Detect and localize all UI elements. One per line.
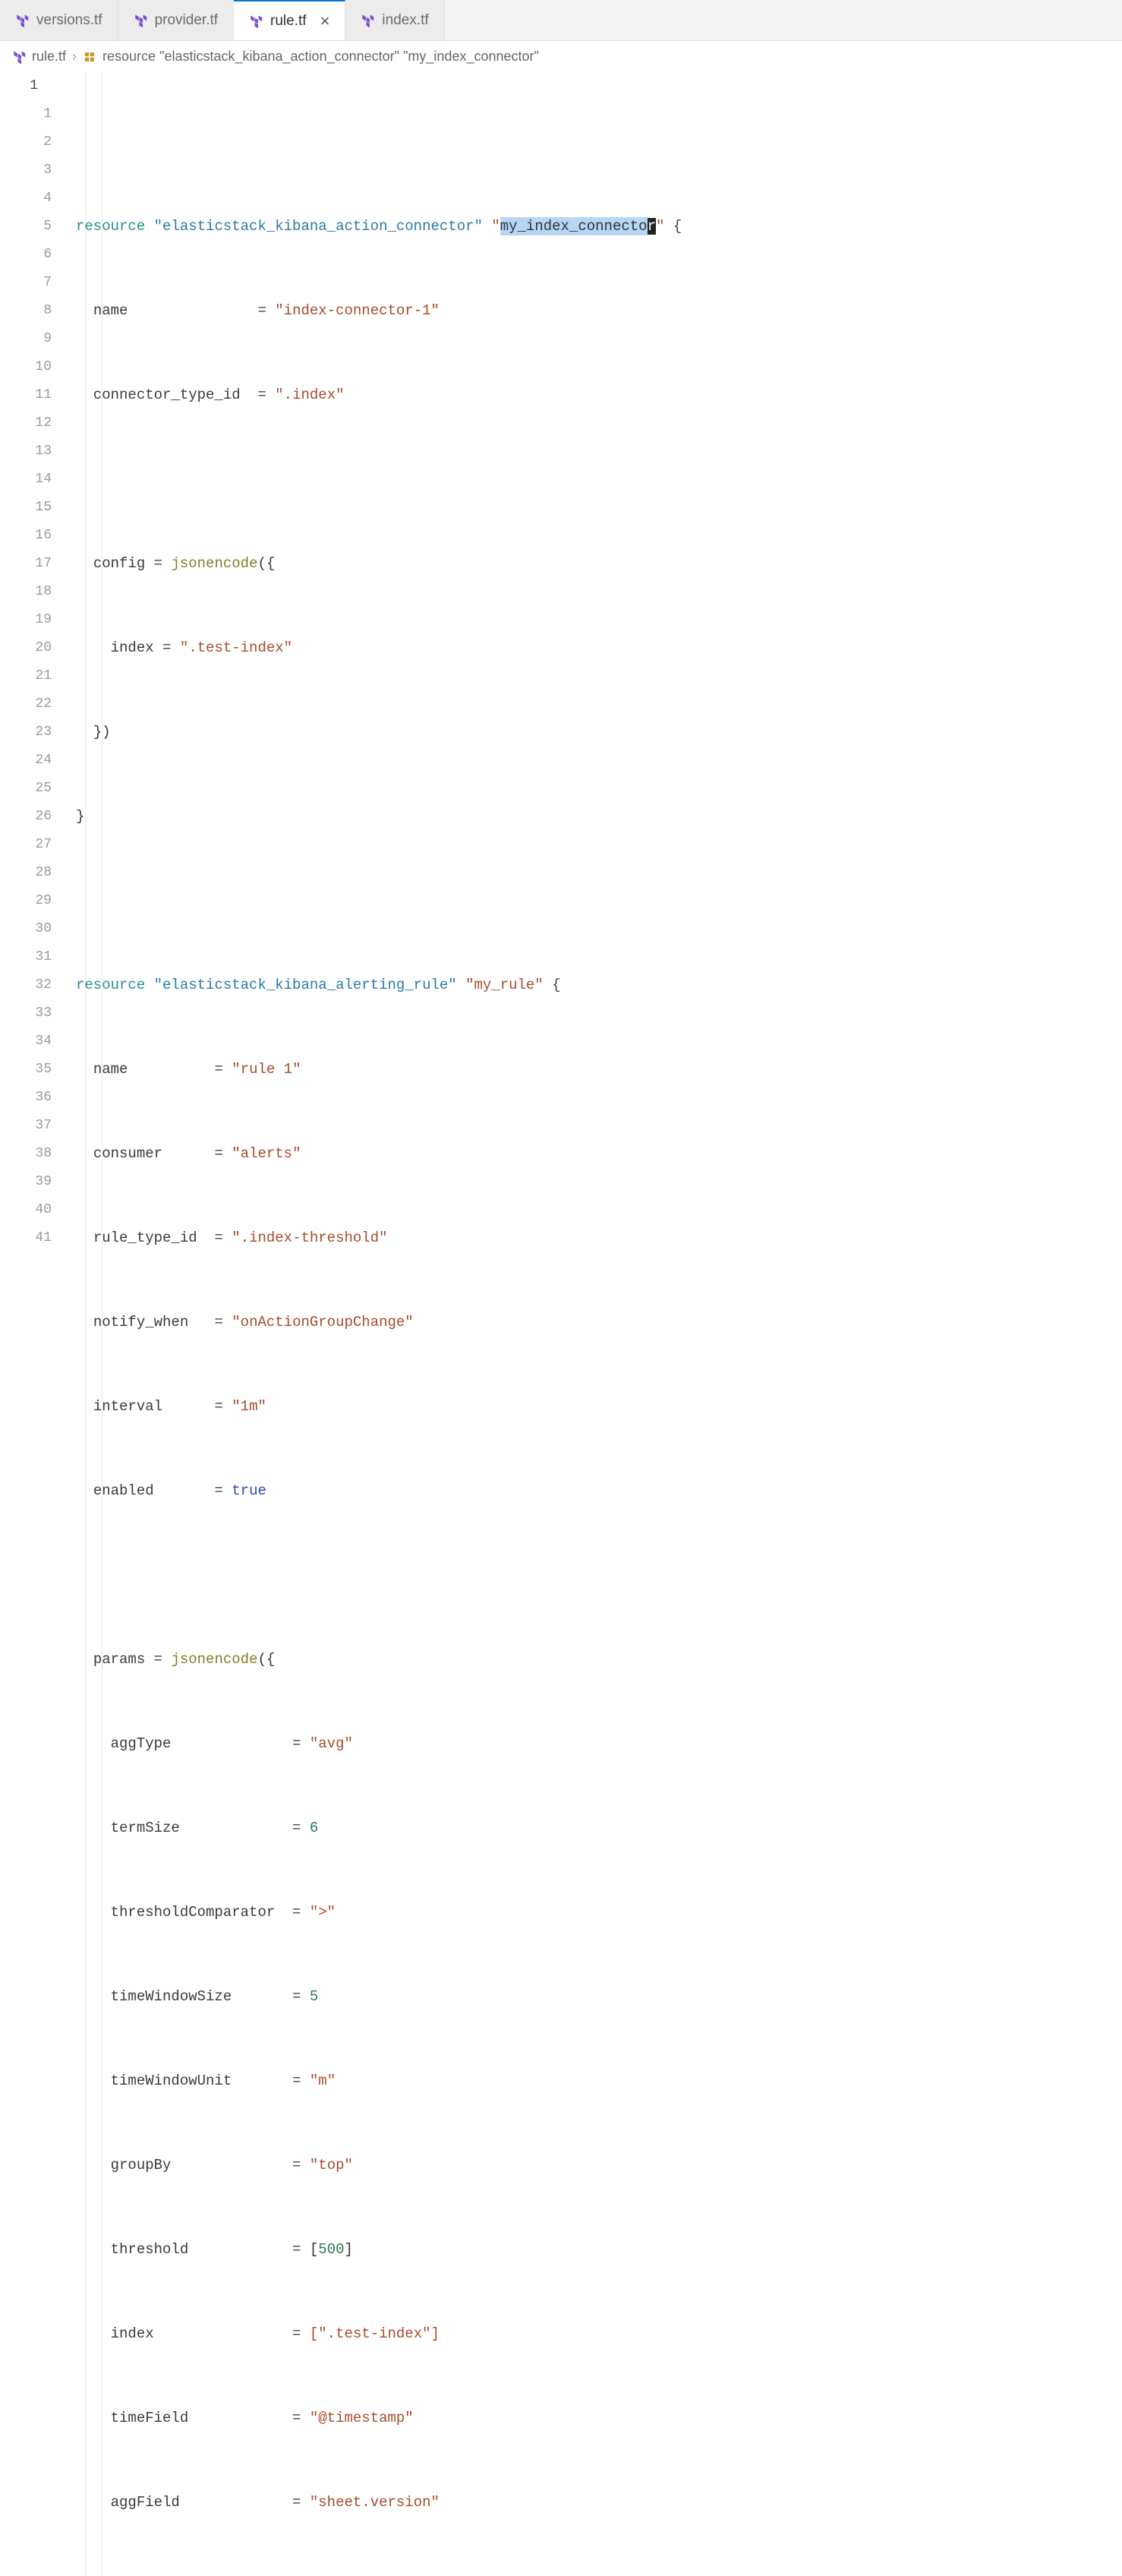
code-line[interactable]: name = "index-connector-1" [76, 297, 1122, 325]
code-line[interactable]: connector_type_id = ".index" [76, 381, 1122, 409]
code-editor[interactable]: 1 12345678910111213141516171819202122232… [0, 72, 1122, 2576]
code-line[interactable] [76, 1561, 1122, 1589]
line-number: 24 [0, 747, 52, 775]
tab-label: rule.tf [270, 13, 307, 30]
line-number: 8 [0, 297, 52, 325]
terraform-icon [134, 14, 147, 27]
line-number: 2 [0, 128, 52, 156]
code-area[interactable]: resource "elasticstack_kibana_action_con… [68, 72, 1122, 2576]
code-line[interactable]: rule_type_id = ".index-threshold" [76, 1224, 1122, 1252]
line-number: 10 [0, 353, 52, 381]
code-line[interactable]: termField = "name.keyword" [76, 2573, 1122, 2576]
line-number: 41 [0, 1224, 52, 1252]
text-caret: r [648, 218, 656, 235]
code-line[interactable]: termSize = 6 [76, 1814, 1122, 1842]
code-line[interactable]: }) [76, 718, 1122, 747]
line-number: 6 [0, 241, 52, 269]
breadcrumb-file[interactable]: rule.tf [32, 49, 66, 65]
code-line[interactable]: resource "elasticstack_kibana_action_con… [76, 213, 1122, 241]
line-number: 29 [0, 887, 52, 915]
line-number: 25 [0, 775, 52, 803]
line-number: 4 [0, 185, 52, 213]
chevron-right-icon: › [72, 49, 77, 65]
line-number: 3 [0, 156, 52, 185]
code-line[interactable]: timeWindowUnit = "m" [76, 2067, 1122, 2095]
line-number: 30 [0, 915, 52, 943]
editor-tabs: versions.tf provider.tf rule.tf × index.… [0, 0, 1122, 41]
line-number: 12 [0, 409, 52, 437]
close-icon[interactable]: × [320, 13, 330, 30]
line-number: 28 [0, 859, 52, 887]
line-number: 19 [0, 606, 52, 634]
line-number: 33 [0, 999, 52, 1028]
code-line[interactable]: aggField = "sheet.version" [76, 2489, 1122, 2517]
text-selection: my_index_connecto [500, 217, 648, 235]
code-line[interactable]: enabled = true [76, 1477, 1122, 1505]
tab-provider[interactable]: provider.tf [118, 0, 234, 40]
line-number: 14 [0, 466, 52, 494]
line-number: 21 [0, 662, 52, 690]
tab-index[interactable]: index.tf [345, 0, 444, 40]
line-number: 27 [0, 831, 52, 859]
line-number: 15 [0, 494, 52, 522]
code-line[interactable]: name = "rule 1" [76, 1056, 1122, 1084]
terraform-icon [249, 14, 263, 28]
line-number: 9 [0, 325, 52, 353]
line-number: 18 [0, 578, 52, 606]
code-line[interactable]: groupBy = "top" [76, 2151, 1122, 2180]
code-line[interactable] [76, 887, 1122, 915]
code-line[interactable]: timeField = "@timestamp" [76, 2404, 1122, 2432]
line-number: 36 [0, 1084, 52, 1112]
line-number: 1 [0, 100, 52, 128]
line-number: 40 [0, 1196, 52, 1224]
code-line[interactable]: params = jsonencode({ [76, 1646, 1122, 1674]
code-line[interactable]: config = jsonencode({ [76, 550, 1122, 578]
line-number: 7 [0, 269, 52, 297]
tab-label: provider.tf [155, 12, 218, 29]
line-number: 39 [0, 1168, 52, 1196]
line-number: 31 [0, 943, 52, 971]
line-number: 37 [0, 1112, 52, 1140]
code-line[interactable]: } [76, 803, 1122, 831]
code-line[interactable]: index = [".test-index"] [76, 2320, 1122, 2348]
line-number: 23 [0, 718, 52, 747]
line-gutter: 1 12345678910111213141516171819202122232… [0, 72, 68, 2576]
terraform-icon [12, 50, 26, 64]
code-line[interactable]: consumer = "alerts" [76, 1140, 1122, 1168]
code-line[interactable]: resource "elasticstack_kibana_alerting_r… [76, 971, 1122, 999]
code-line[interactable]: thresholdComparator = ">" [76, 1899, 1122, 1927]
tab-label: index.tf [382, 12, 428, 29]
code-line[interactable]: aggType = "avg" [76, 1730, 1122, 1758]
code-line[interactable]: threshold = [500] [76, 2236, 1122, 2264]
line-number: 35 [0, 1056, 52, 1084]
tab-versions[interactable]: versions.tf [0, 0, 118, 40]
line-number: 1 [0, 72, 52, 100]
line-number: 22 [0, 690, 52, 718]
line-number: 16 [0, 522, 52, 550]
line-number: 11 [0, 381, 52, 409]
breadcrumb-symbol[interactable]: resource "elasticstack_kibana_action_con… [102, 49, 539, 65]
code-line[interactable]: interval = "1m" [76, 1393, 1122, 1421]
line-number: 38 [0, 1140, 52, 1168]
code-line[interactable] [76, 466, 1122, 494]
symbol-icon [83, 50, 96, 64]
terraform-icon [15, 14, 29, 27]
line-number: 5 [0, 213, 52, 241]
code-line[interactable]: notify_when = "onActionGroupChange" [76, 1309, 1122, 1337]
line-number: 13 [0, 437, 52, 466]
line-number: 34 [0, 1028, 52, 1056]
code-line[interactable]: timeWindowSize = 5 [76, 1983, 1122, 2011]
breadcrumb: rule.tf › resource "elasticstack_kibana_… [0, 41, 1122, 72]
line-number: 20 [0, 634, 52, 662]
tab-label: versions.tf [36, 12, 102, 29]
line-number: 32 [0, 971, 52, 999]
terraform-icon [361, 14, 374, 27]
tab-rule[interactable]: rule.tf × [234, 0, 345, 40]
line-number: 17 [0, 550, 52, 578]
code-line[interactable]: index = ".test-index" [76, 634, 1122, 662]
line-number: 26 [0, 803, 52, 831]
